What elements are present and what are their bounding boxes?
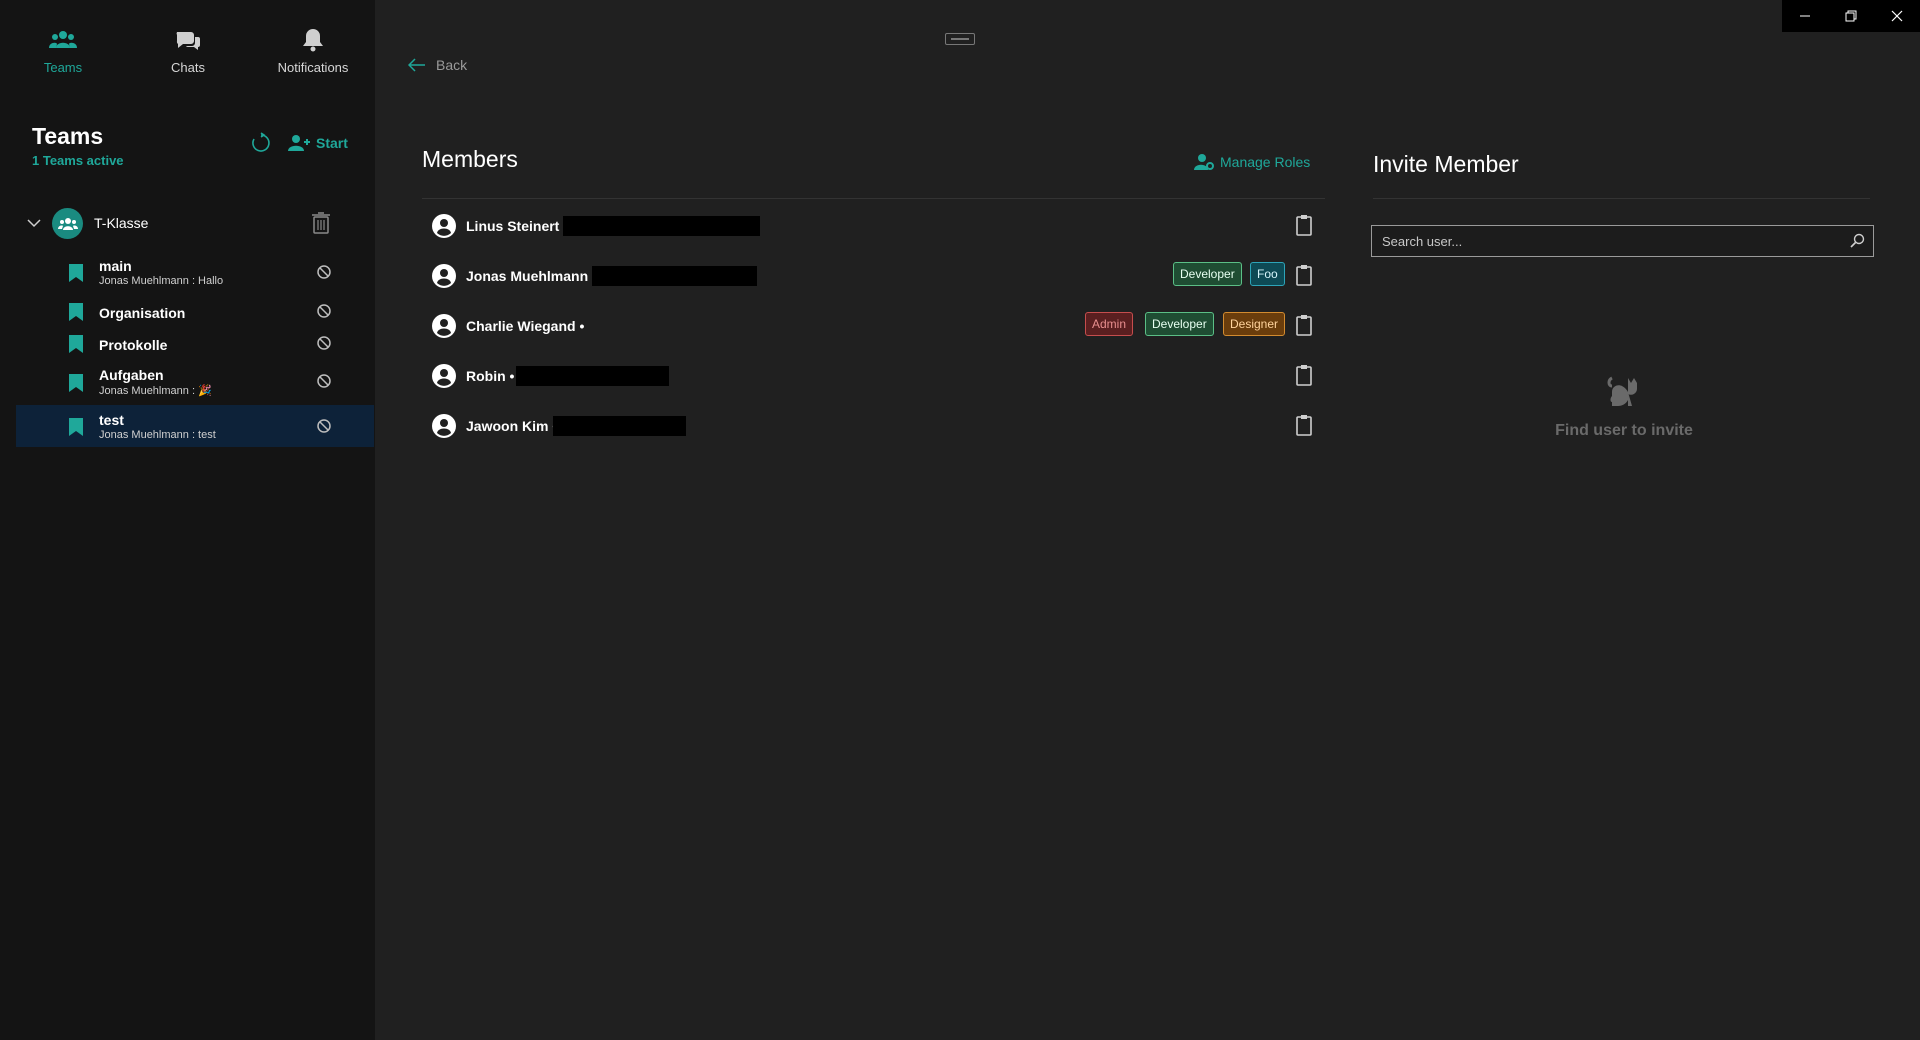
chevron-down-icon[interactable]: [26, 215, 42, 231]
manage-roles-label: Manage Roles: [1220, 154, 1311, 170]
member-row: Robin •: [430, 358, 1320, 398]
clipboard-icon[interactable]: [1295, 314, 1313, 336]
channel-name: Protokolle: [99, 337, 168, 353]
user-avatar-icon: [432, 414, 456, 438]
nav-teams[interactable]: Teams: [3, 26, 123, 75]
member-name: Linus Steinert •: [466, 218, 569, 234]
user-avatar-icon: [432, 264, 456, 288]
clipboard-icon[interactable]: [1295, 414, 1313, 436]
redacted-block: [516, 366, 669, 386]
channel-name: test: [99, 412, 124, 428]
channel-name: main: [99, 258, 132, 274]
member-row: Jawoon Kim •: [430, 408, 1320, 448]
role-badge-admin: Admin: [1085, 312, 1134, 336]
top-navigation: Teams Chats Notifications: [0, 0, 375, 90]
role-badge-developer: Developer: [1145, 312, 1214, 336]
minimize-icon: [1800, 15, 1810, 17]
divider: [1373, 198, 1870, 199]
user-avatar-icon: [432, 214, 456, 238]
team-group-icon: [57, 217, 78, 230]
channel-item-protokolle[interactable]: Protokolle: [16, 332, 374, 358]
block-icon[interactable]: [316, 418, 332, 434]
team-row[interactable]: T-Klasse: [0, 205, 375, 241]
bookmark-icon: [69, 335, 83, 353]
channel-last-message: Jonas Muehlmann : 🎉: [99, 385, 212, 397]
minimize-button[interactable]: [1782, 0, 1828, 32]
empty-state-text: Find user to invite: [1555, 422, 1693, 439]
search-icon[interactable]: [1849, 233, 1865, 249]
channel-name: Organisation: [99, 305, 186, 321]
back-label: Back: [436, 57, 468, 73]
sidebar: Teams Chats Notifications Teams 1 Teams …: [0, 0, 375, 1040]
channel-last-message: Jonas Muehlmann : test: [99, 429, 216, 441]
nav-notifications-label: Notifications: [277, 60, 349, 75]
user-avatar-icon: [432, 314, 456, 338]
teams-icon: [49, 31, 77, 48]
trash-icon[interactable]: [310, 211, 332, 235]
back-button[interactable]: Back: [408, 57, 467, 73]
redacted-block: [553, 416, 686, 436]
member-row: Charlie Wiegand • Admin Developer Design…: [430, 308, 1320, 348]
divider: [422, 198, 1325, 199]
clipboard-icon[interactable]: [1295, 364, 1313, 386]
member-name: Robin •: [466, 368, 515, 384]
user-settings-icon: [1194, 154, 1214, 170]
clipboard-icon[interactable]: [1295, 214, 1313, 236]
channel-last-message: Jonas Muehlmann : Hallo: [99, 275, 224, 287]
close-button[interactable]: [1874, 0, 1920, 32]
redacted-block: [592, 266, 757, 286]
bookmark-icon: [69, 264, 83, 282]
redacted-block: [563, 216, 760, 236]
role-badge-developer: Developer: [1173, 262, 1242, 286]
refresh-icon[interactable]: [250, 132, 272, 154]
nav-teams-label: Teams: [43, 60, 83, 75]
user-avatar-icon: [432, 364, 456, 388]
bookmark-icon: [69, 374, 83, 392]
nav-chats[interactable]: Chats: [128, 26, 248, 75]
arrow-left-icon: [408, 58, 425, 72]
drag-handle[interactable]: [945, 33, 975, 45]
bookmark-icon: [69, 418, 83, 436]
add-user-icon: [288, 135, 310, 151]
channel-item-test[interactable]: test Jonas Muehlmann : test: [16, 405, 374, 447]
start-team-button[interactable]: Start: [288, 134, 348, 152]
invite-heading: Invite Member: [1373, 151, 1519, 177]
member-row: Linus Steinert •: [430, 208, 1320, 248]
restore-icon: [1845, 10, 1857, 22]
role-badge-foo: Foo: [1250, 262, 1285, 286]
role-badge-designer: Designer: [1223, 312, 1286, 336]
start-label: Start: [316, 135, 348, 151]
manage-roles-button[interactable]: Manage Roles: [1194, 153, 1310, 171]
bookmark-icon: [69, 303, 83, 321]
channel-item-organisation[interactable]: Organisation: [16, 300, 374, 326]
search-user-input[interactable]: [1382, 226, 1842, 256]
block-icon[interactable]: [316, 335, 332, 351]
teams-active-count: 1 Teams active: [32, 153, 124, 168]
member-name: Jonas Muehlmann •: [466, 268, 597, 284]
team-name: T-Klasse: [94, 215, 149, 231]
nav-notifications[interactable]: Notifications: [253, 26, 373, 75]
member-name: Jawoon Kim •: [466, 418, 558, 434]
search-user-box: [1371, 225, 1874, 257]
channel-item-aufgaben[interactable]: Aufgaben Jonas Muehlmann : 🎉: [16, 364, 374, 400]
close-icon: [1891, 10, 1903, 22]
team-avatar: [52, 208, 83, 239]
restore-button[interactable]: [1828, 0, 1874, 32]
window-controls: [1782, 0, 1920, 32]
member-name: Charlie Wiegand •: [466, 318, 585, 334]
teams-heading: Teams: [32, 123, 104, 149]
nav-chats-label: Chats: [171, 60, 205, 75]
chats-icon: [176, 32, 200, 50]
cat-icon: [1607, 376, 1637, 406]
member-row: Jonas Muehlmann • Developer Foo: [430, 258, 1320, 298]
block-icon[interactable]: [316, 303, 332, 319]
members-heading: Members: [422, 146, 518, 172]
bell-icon: [303, 29, 323, 52]
channel-item-main[interactable]: main Jonas Muehlmann : Hallo: [16, 255, 374, 291]
channel-name: Aufgaben: [99, 367, 164, 383]
block-icon[interactable]: [316, 373, 332, 389]
clipboard-icon[interactable]: [1295, 264, 1313, 286]
block-icon[interactable]: [316, 264, 332, 280]
